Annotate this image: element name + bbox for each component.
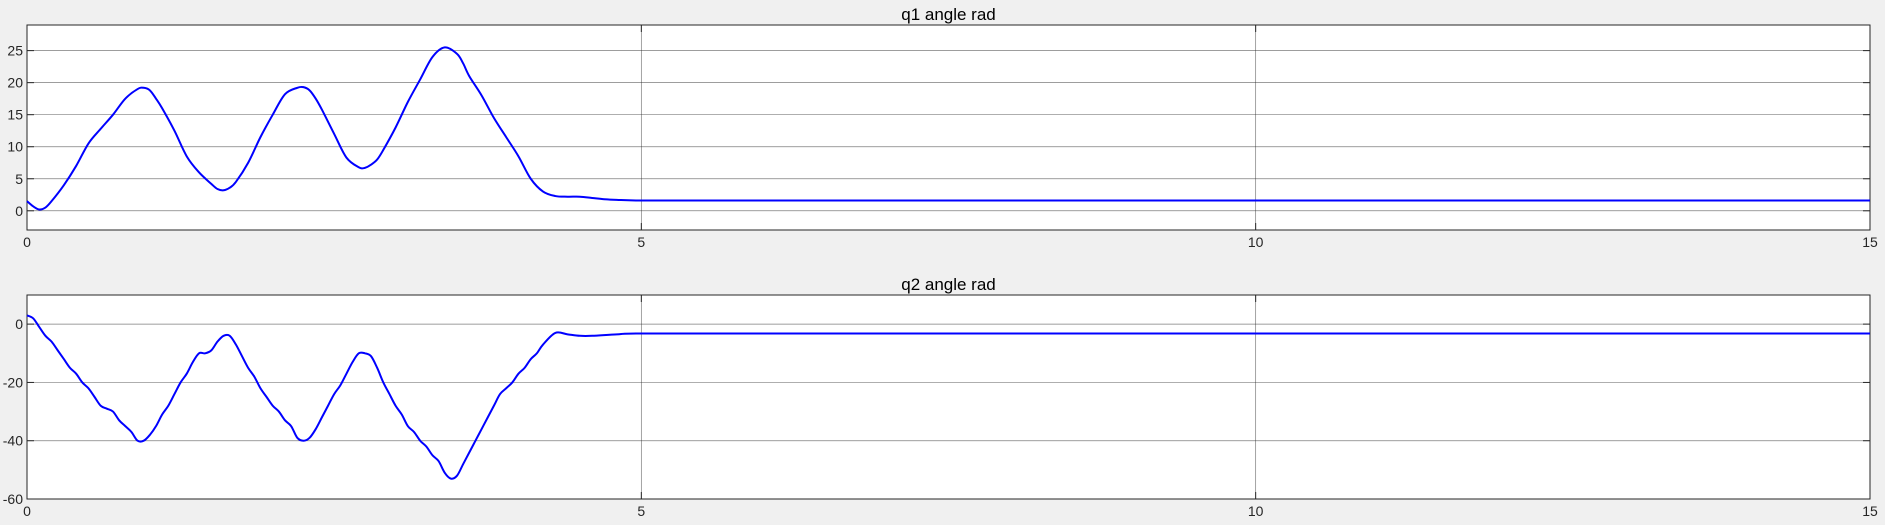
chart-title: q2 angle rad <box>901 275 996 294</box>
x-tick-label: 10 <box>1248 234 1264 250</box>
x-tick-label: 0 <box>23 503 31 519</box>
y-tick-label: 25 <box>7 43 23 59</box>
x-tick-label: 15 <box>1862 234 1878 250</box>
x-tick-label: 0 <box>23 234 31 250</box>
y-tick-label: 5 <box>15 171 23 187</box>
y-tick-label: 0 <box>15 316 23 332</box>
y-tick-label: 10 <box>7 139 23 155</box>
axes-background <box>27 295 1870 499</box>
y-tick-label: -20 <box>3 374 23 390</box>
y-tick-label: 0 <box>15 203 23 219</box>
x-tick-label: 10 <box>1248 503 1264 519</box>
chart-title: q1 angle rad <box>901 5 996 24</box>
x-tick-label: 5 <box>637 234 645 250</box>
y-tick-label: 20 <box>7 75 23 91</box>
x-tick-label: 5 <box>637 503 645 519</box>
y-tick-label: 15 <box>7 107 23 123</box>
q2-subplot: 0 5 10 15 -60 -40 -20 0 q2 angle rad <box>3 275 1878 519</box>
figure: 0 5 10 15 0 5 10 15 20 25 q1 angle rad 0 5 10 15 -60 -4… <box>3 5 1878 519</box>
x-tick-label: 15 <box>1862 503 1878 519</box>
y-tick-label: -60 <box>3 491 23 507</box>
y-tick-label: -40 <box>3 433 23 449</box>
axes-background <box>27 25 1870 230</box>
q1-subplot: 0 5 10 15 0 5 10 15 20 25 q1 angle rad <box>7 5 1878 250</box>
